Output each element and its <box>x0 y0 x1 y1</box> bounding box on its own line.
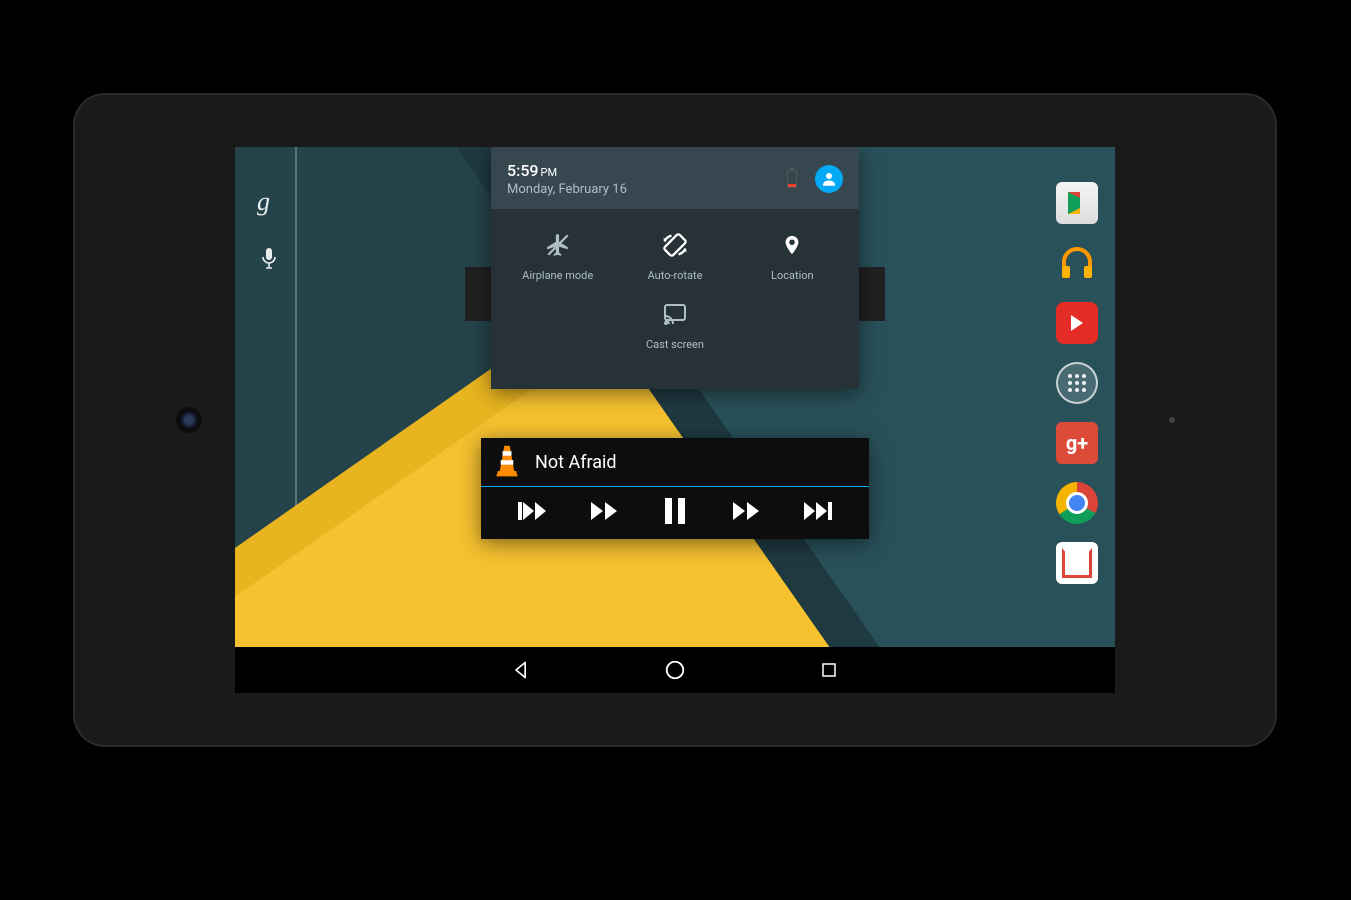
qs-tile-location[interactable]: Location <box>734 231 850 282</box>
clock-date: Monday, February 16 <box>507 182 787 197</box>
clock-time: 5:59 <box>507 161 539 180</box>
battery-low-icon[interactable] <box>787 170 797 188</box>
qs-tile-cast[interactable]: Cast screen <box>499 300 851 351</box>
back-button[interactable] <box>509 658 533 682</box>
media-header[interactable]: Not Afraid <box>481 438 869 487</box>
qs-label: Location <box>771 269 814 282</box>
clock-ampm: PM <box>541 166 558 179</box>
quick-settings-panel: 5:59PM Monday, February 16 Airplane mode <box>491 147 859 389</box>
all-apps-icon[interactable] <box>1056 362 1098 404</box>
app-dock: g+ <box>1047 182 1107 584</box>
cast-icon <box>661 300 689 328</box>
screen: g g+ 5:59PM Monday, February 16 <box>235 147 1115 693</box>
qs-tiles: Airplane mode Auto-rotate Location <box>491 209 859 389</box>
gmail-icon[interactable] <box>1056 542 1098 584</box>
qs-tile-autorotate[interactable]: Auto-rotate <box>617 231 733 282</box>
fast-forward-button[interactable] <box>729 497 763 525</box>
chrome-icon[interactable] <box>1056 482 1098 524</box>
home-button[interactable] <box>663 658 687 682</box>
qs-header[interactable]: 5:59PM Monday, February 16 <box>491 147 859 209</box>
user-avatar-icon[interactable] <box>815 165 843 193</box>
qs-label: Auto-rotate <box>648 269 703 282</box>
pause-button[interactable] <box>658 497 692 525</box>
recent-apps-button[interactable] <box>817 658 841 682</box>
sensor-dot <box>1169 417 1175 423</box>
play-music-icon[interactable] <box>1056 242 1098 284</box>
qs-label: Airplane mode <box>522 269 593 282</box>
location-icon <box>778 231 806 259</box>
youtube-icon[interactable] <box>1056 302 1098 344</box>
skip-next-button[interactable] <box>800 497 834 525</box>
autorotate-icon <box>661 231 689 259</box>
qs-label: Cast screen <box>646 338 704 351</box>
voice-search-icon[interactable] <box>261 247 277 269</box>
rewind-button[interactable] <box>587 497 621 525</box>
google-plus-icon[interactable]: g+ <box>1056 422 1098 464</box>
wallpaper-divider <box>295 147 297 647</box>
play-store-icon[interactable] <box>1056 182 1098 224</box>
navigation-bar <box>235 647 1115 693</box>
vlc-icon <box>491 444 523 480</box>
media-controls <box>481 487 869 539</box>
qs-tile-airplane[interactable]: Airplane mode <box>500 231 616 282</box>
media-title: Not Afraid <box>535 452 617 473</box>
skip-previous-button[interactable] <box>516 497 550 525</box>
airplane-icon <box>544 231 572 259</box>
media-notification[interactable]: Not Afraid <box>481 438 869 539</box>
google-search-icon[interactable]: g <box>257 187 270 217</box>
tablet-frame: g g+ 5:59PM Monday, February 16 <box>75 95 1275 745</box>
front-camera <box>180 411 198 429</box>
